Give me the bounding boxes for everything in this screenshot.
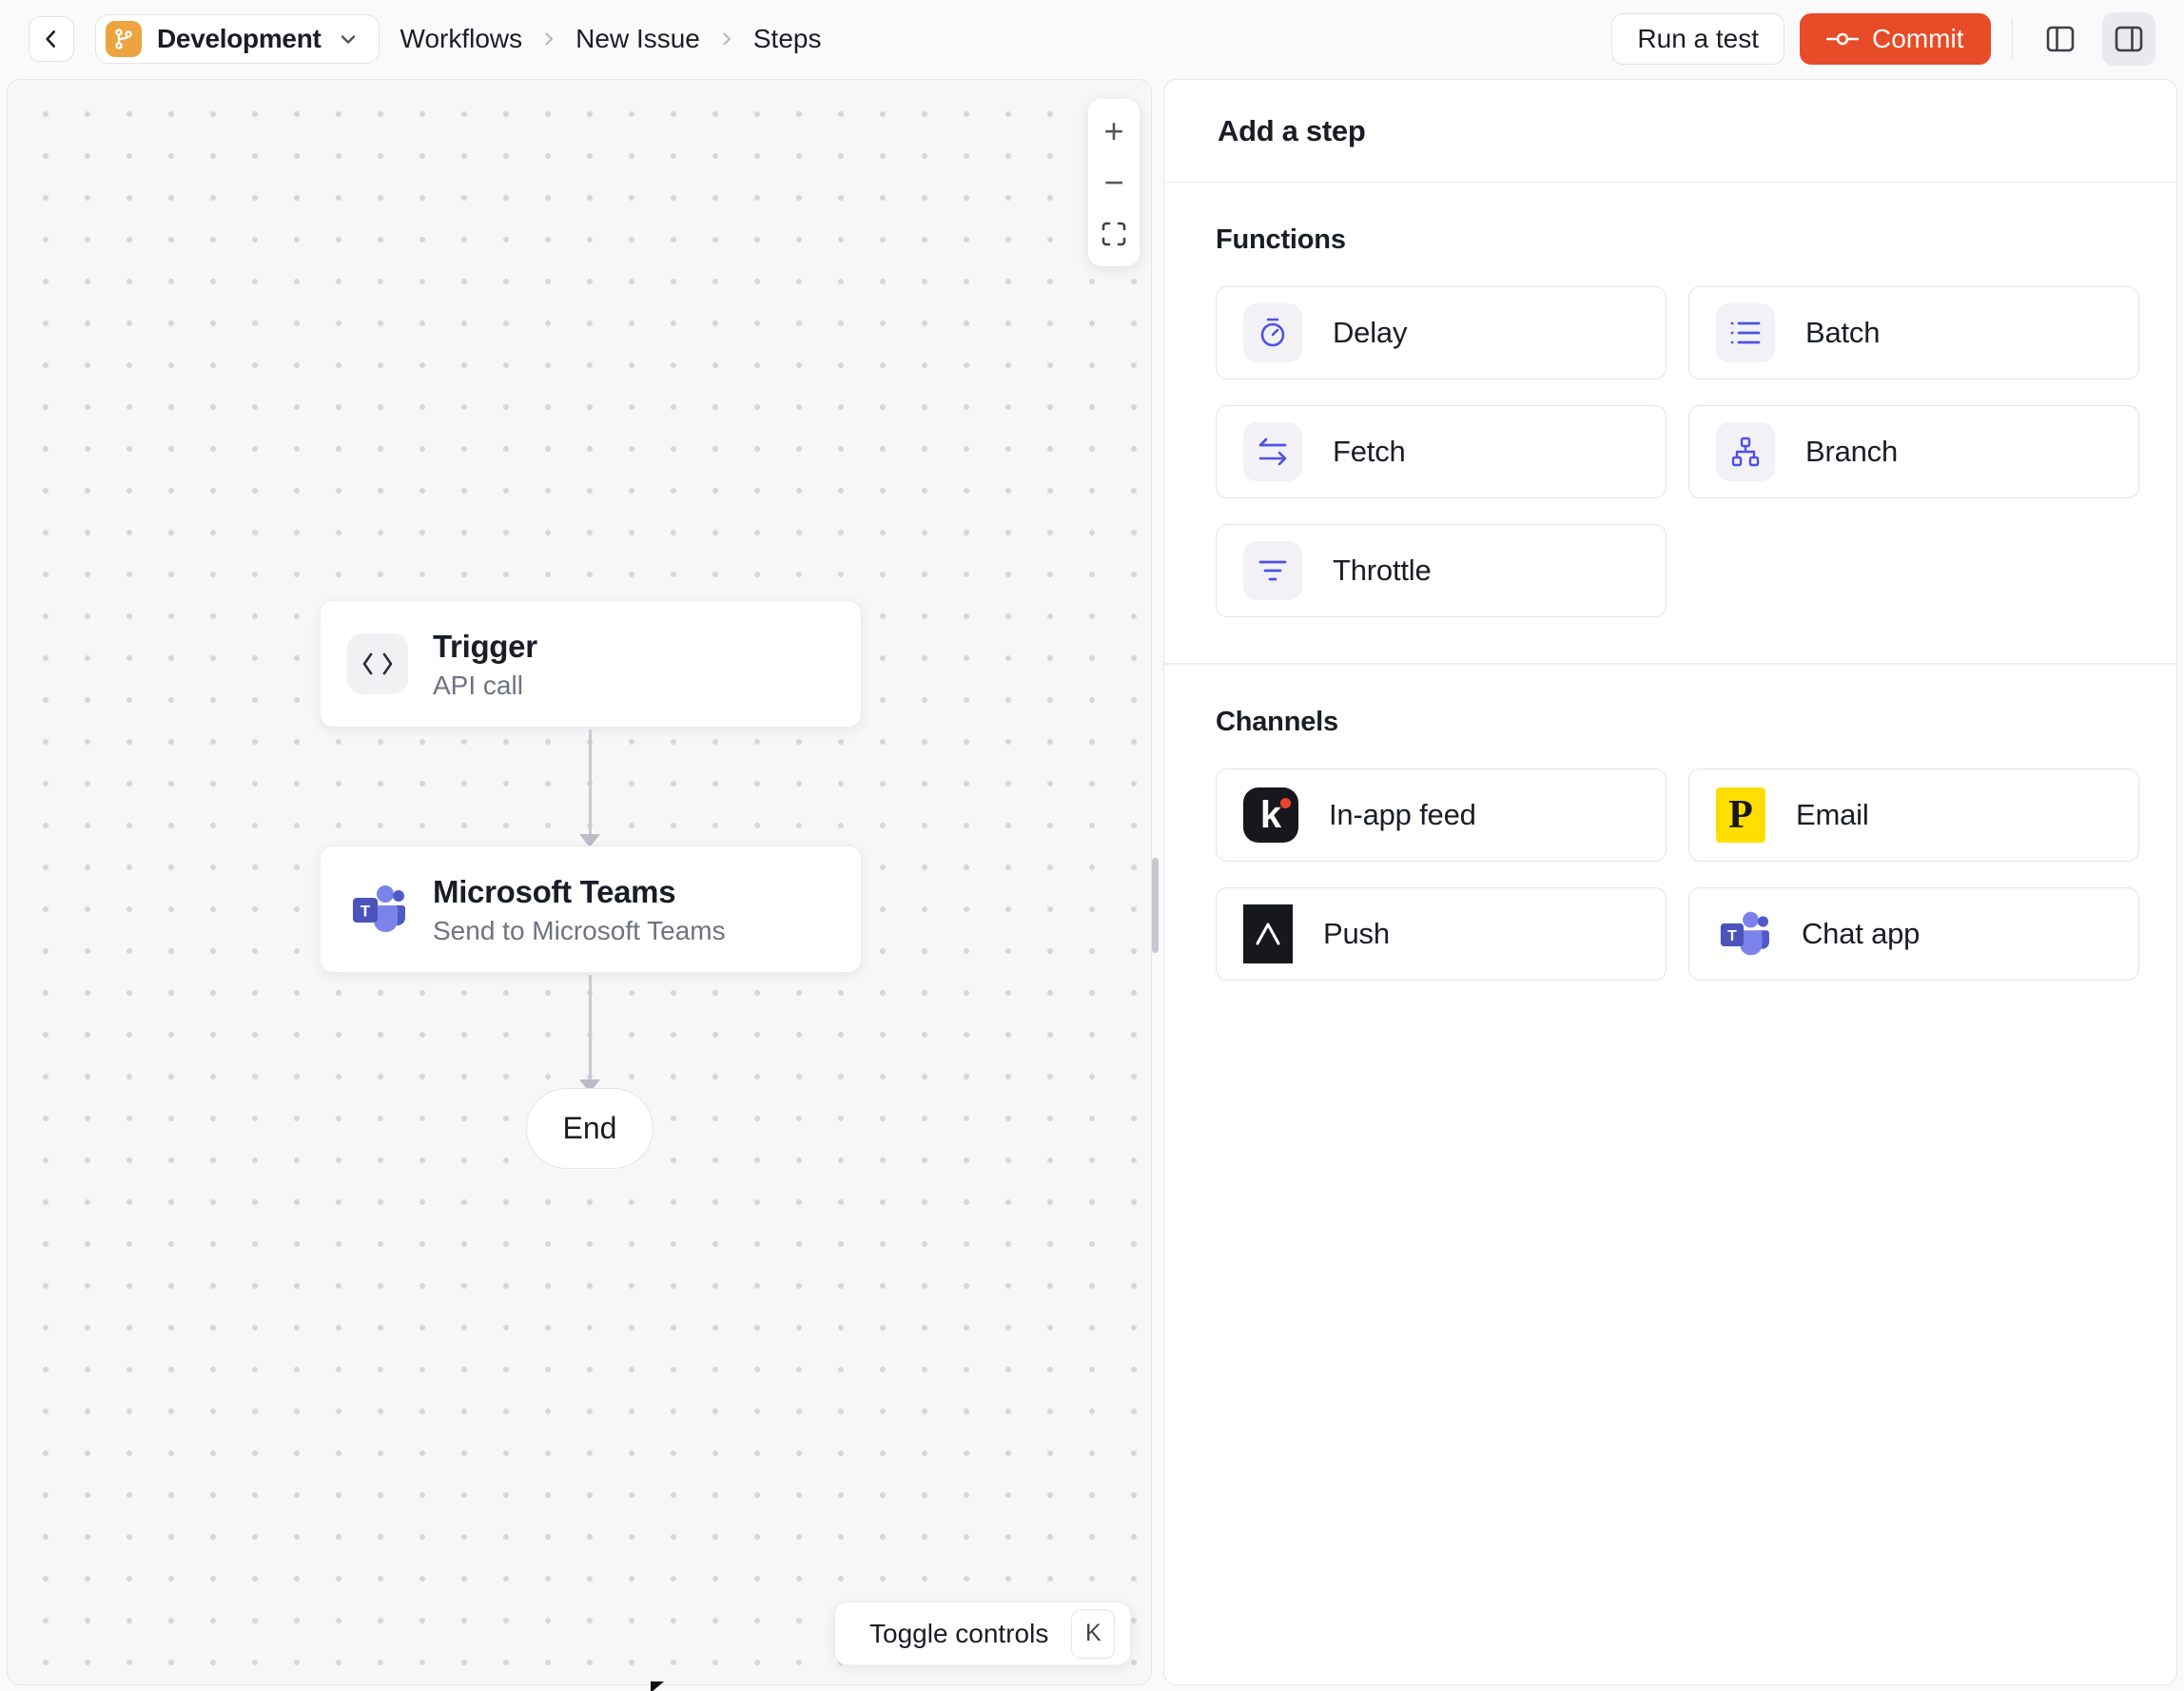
run-test-button[interactable]: Run a test <box>1611 13 1785 65</box>
step-card-label: Delay <box>1333 316 1408 349</box>
step-card-label: Throttle <box>1333 554 1432 587</box>
panel-resize-handle[interactable] <box>1152 858 1159 953</box>
step-card-branch[interactable]: Branch <box>1688 405 2139 498</box>
funnel-icon <box>1243 541 1302 600</box>
microsoft-teams-icon: T <box>347 879 408 940</box>
right-panel-toggle-button[interactable] <box>2102 12 2155 66</box>
fit-view-button[interactable] <box>1088 211 1140 257</box>
end-node-label: End <box>562 1111 617 1145</box>
swap-arrows-icon <box>1243 422 1302 481</box>
keyboard-shortcut-badge: K <box>1071 1608 1116 1659</box>
add-step-panel: Add a step Functions Delay Batch Fetch B… <box>1163 79 2177 1685</box>
edge-trigger-to-teams <box>589 729 592 836</box>
left-panel-toggle-button[interactable] <box>2034 12 2087 66</box>
code-brackets-icon <box>347 633 408 694</box>
top-header: Development Workflows New Issue Steps Ru… <box>0 0 2184 78</box>
step-card-label: Chat app <box>1802 916 1921 950</box>
commit-label: Commit <box>1872 24 1964 53</box>
step-card-label: Batch <box>1805 316 1881 349</box>
environment-label: Development <box>157 24 322 53</box>
microsoft-teams-node[interactable]: T Microsoft Teams Send to Microsoft Team… <box>320 846 862 973</box>
git-branch-icon <box>106 21 142 57</box>
step-card-batch[interactable]: Batch <box>1688 286 2139 379</box>
functions-grid: Delay Batch Fetch Branch Throttle <box>1216 286 2139 617</box>
section-divider <box>1164 663 2176 665</box>
trigger-node-text: Trigger API call <box>433 627 537 700</box>
trigger-node-title: Trigger <box>433 629 537 665</box>
panel-body: Functions Delay Batch Fetch Branch Throt… <box>1164 183 2176 981</box>
edge-teams-to-end <box>589 975 592 1081</box>
teams-node-title: Microsoft Teams <box>433 874 676 910</box>
step-card-label: In-app feed <box>1329 797 1476 831</box>
end-node[interactable]: End <box>526 1088 653 1169</box>
toggle-controls-button[interactable]: Toggle controls K <box>834 1602 1132 1665</box>
environment-switcher[interactable]: Development <box>95 14 380 64</box>
step-card-delay[interactable]: Delay <box>1216 286 1667 379</box>
svg-text:T: T <box>1727 927 1737 943</box>
panel-left-icon <box>2046 26 2075 52</box>
toggle-controls-label: Toggle controls <box>869 1618 1049 1648</box>
expo-icon <box>1243 904 1293 963</box>
svg-text:T: T <box>361 903 371 921</box>
header-divider <box>2011 18 2013 60</box>
postmark-icon: P <box>1716 787 1765 843</box>
panel-title: Add a step <box>1218 113 1366 147</box>
functions-section-label: Functions <box>1216 224 1346 255</box>
teams-node-text: Microsoft Teams Send to Microsoft Teams <box>433 872 726 945</box>
commit-button[interactable]: Commit <box>1800 13 1991 65</box>
step-card-push[interactable]: Push <box>1216 886 1667 981</box>
back-button[interactable] <box>29 16 74 62</box>
microsoft-teams-icon: T <box>1716 906 1771 962</box>
panel-header: Add a step <box>1164 80 2176 183</box>
step-card-in-app-feed[interactable]: k In-app feed <box>1216 768 1667 862</box>
step-card-label: Branch <box>1805 435 1899 468</box>
channels-section: Channels k In-app feed P Email Push T Ch… <box>1216 706 2139 981</box>
header-actions: Run a test Commit <box>1611 12 2155 66</box>
workflow-canvas[interactable]: + − Trigger API call T Microsoft Teams S… <box>7 79 1152 1685</box>
trigger-node[interactable]: Trigger API call <box>320 600 862 728</box>
step-card-label: Email <box>1796 797 1869 831</box>
step-card-email[interactable]: P Email <box>1688 768 2139 862</box>
breadcrumb-steps: Steps <box>752 24 822 53</box>
step-card-label: Fetch <box>1333 435 1406 468</box>
breadcrumb-new-issue[interactable]: New Issue <box>575 24 700 54</box>
breadcrumb-workflows[interactable]: Workflows <box>400 24 523 54</box>
tree-icon <box>1716 422 1775 481</box>
zoom-controls: + − <box>1088 99 1140 266</box>
commit-icon <box>1826 32 1860 46</box>
step-card-label: Push <box>1323 916 1390 950</box>
breadcrumb-separator-icon <box>539 29 558 49</box>
mouse-cursor <box>651 1681 664 1691</box>
chevron-down-icon <box>341 35 355 44</box>
breadcrumb: Workflows New Issue Steps <box>400 24 822 54</box>
step-card-fetch[interactable]: Fetch <box>1216 405 1667 498</box>
step-card-throttle[interactable]: Throttle <box>1216 524 1667 617</box>
teams-node-subtitle: Send to Microsoft Teams <box>433 915 726 945</box>
channels-grid: k In-app feed P Email Push T Chat app <box>1216 768 2139 981</box>
list-icon <box>1716 303 1775 362</box>
zoom-out-button[interactable]: − <box>1088 160 1140 205</box>
fullscreen-icon <box>1102 222 1126 246</box>
breadcrumb-separator-icon <box>717 29 736 49</box>
panel-right-icon <box>2115 26 2143 52</box>
chevron-left-icon <box>46 30 56 48</box>
channels-section-label: Channels <box>1216 706 1338 737</box>
knock-icon: k <box>1243 787 1298 843</box>
zoom-in-button[interactable]: + <box>1088 108 1140 154</box>
trigger-node-subtitle: API call <box>433 670 523 700</box>
step-card-chat-app[interactable]: T Chat app <box>1688 886 2139 981</box>
stopwatch-icon <box>1243 303 1302 362</box>
